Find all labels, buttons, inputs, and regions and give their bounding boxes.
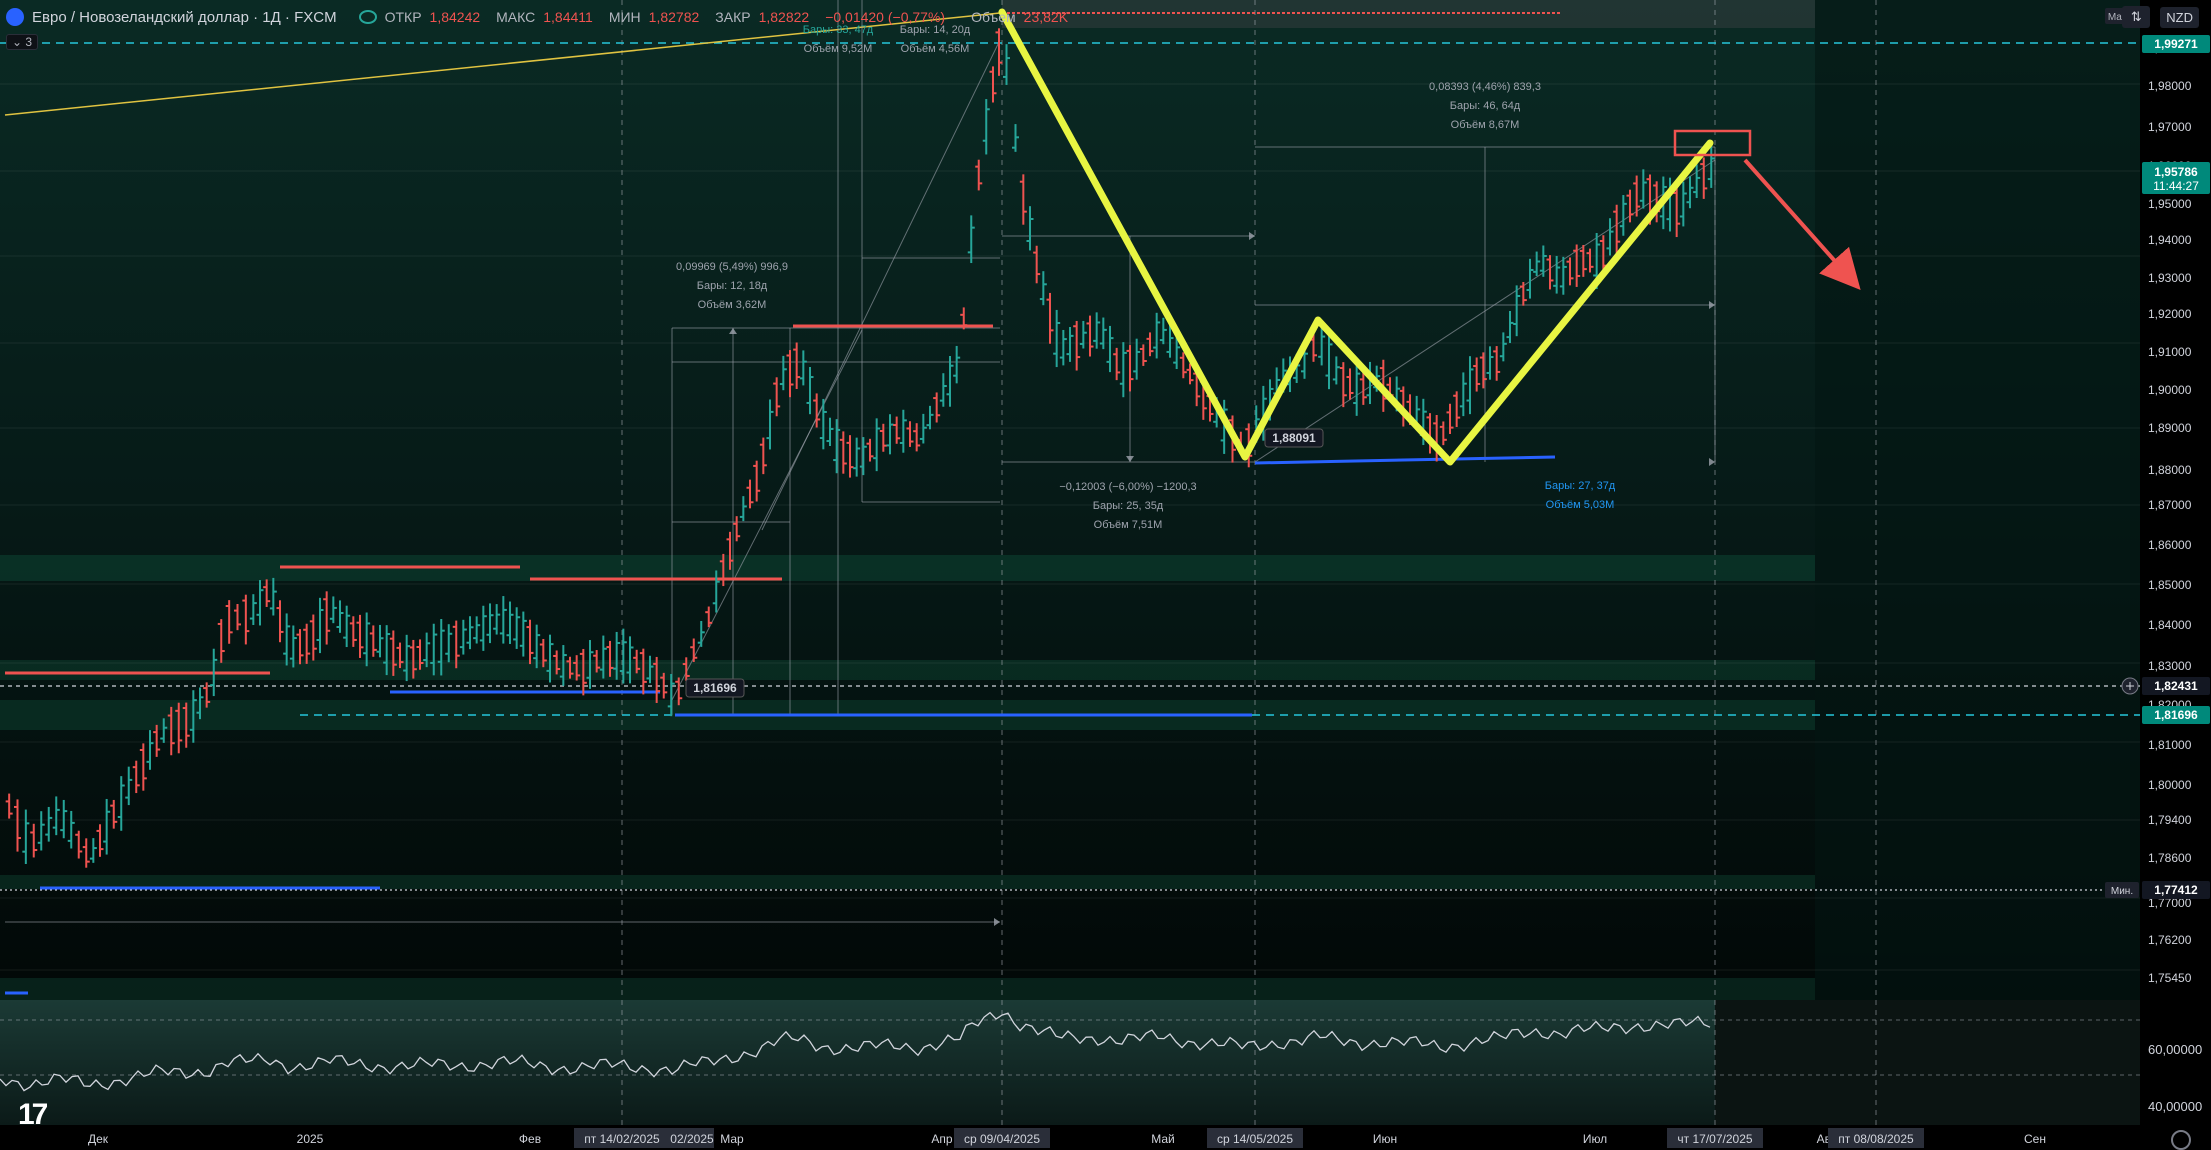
ohlc-open-value: 1,84242 xyxy=(429,9,481,25)
price-tick: 1,86000 xyxy=(2148,538,2192,552)
measure-4-line1: Бары: 27, 37д xyxy=(1545,480,1616,492)
crosshair-plus-icon[interactable] xyxy=(2121,677,2139,695)
top-right-controls: ⇅ NZD xyxy=(2122,6,2199,28)
price-tick: 1,79400 xyxy=(2148,813,2192,827)
symbol-title[interactable]: Евро / Новозеландский доллар · 1Д · FXCM xyxy=(32,9,337,26)
price-tick: 1,75450 xyxy=(2148,971,2192,985)
time-highlight-4: чт 17/07/2025 xyxy=(1677,1132,1752,1146)
settings-icon[interactable] xyxy=(2171,1130,2191,1150)
oscillator-future-region xyxy=(1715,1000,2140,1125)
time-tick: Июн xyxy=(1373,1132,1397,1146)
price-label: 1,99271 xyxy=(2154,37,2198,51)
measure-2-line1: −0,12003 (−6,00%) −1200,3 xyxy=(1059,481,1196,493)
collapse-indicators-button[interactable]: ⌄ 3 xyxy=(6,34,39,50)
price-tag-1880: 1,88091 xyxy=(1272,431,1316,445)
price-tick: 1,92000 xyxy=(2148,307,2192,321)
ohlc-low-value: 1,82782 xyxy=(648,9,700,25)
compare-button[interactable]: ⇅ xyxy=(2122,6,2151,28)
tradingview-logo[interactable]: 17 xyxy=(18,1098,48,1132)
measure-1-line3: Объём 3,62M xyxy=(698,299,767,311)
time-tick: Апр xyxy=(931,1132,953,1146)
measure-top-a-line2: Объём 9,52M xyxy=(804,43,873,55)
measure-3-line3: Объём 8,67M xyxy=(1451,119,1520,131)
ohlc-open-key: ОТКР xyxy=(384,9,422,25)
time-tick: 2025 xyxy=(297,1132,324,1146)
ohlc-close-value: 1,82822 xyxy=(758,9,810,25)
price-tick: 1,78600 xyxy=(2148,851,2192,865)
price-tick: 1,91000 xyxy=(2148,345,2192,359)
time-tick: Май xyxy=(1151,1132,1175,1146)
time-highlight-3: ср 14/05/2025 xyxy=(1217,1132,1293,1146)
price-tick: 1,95000 xyxy=(2148,197,2192,211)
measure-1-line1: 0,09969 (5,49%) 996,9 xyxy=(676,261,788,273)
measure-1-line2: Бары: 12, 18д xyxy=(697,280,768,292)
time-tick: Июл xyxy=(1583,1132,1607,1146)
time-tick: Фев xyxy=(519,1132,541,1146)
measure-3-line1: 0,08393 (4,46%) 839,3 xyxy=(1429,81,1541,93)
time-tick: Сен xyxy=(2024,1132,2046,1146)
price-label: 1,77412 xyxy=(2154,883,2198,897)
ohlc-close-key: ЗАКР xyxy=(715,9,751,25)
future-region xyxy=(1815,0,2140,1000)
ohlc-high-value: 1,84411 xyxy=(543,9,593,25)
price-label: 1,95786 xyxy=(2154,165,2198,179)
measure-2-line2: Бары: 25, 35д xyxy=(1093,500,1164,512)
measure-4-line2: Объём 5,03M xyxy=(1546,499,1615,511)
price-tick: 1,89000 xyxy=(2148,421,2192,435)
zone-1753 xyxy=(0,978,1815,1000)
price-label-time: 11:44:27 xyxy=(2153,179,2199,193)
currency-button[interactable]: NZD xyxy=(2160,6,2199,28)
price-tick: 1,88000 xyxy=(2148,463,2192,477)
eye-icon[interactable] xyxy=(358,10,377,24)
price-tick: 1,93000 xyxy=(2148,271,2192,285)
price-tick: 1,94000 xyxy=(2148,233,2192,247)
ohlc-high-key: МАКС xyxy=(496,9,536,25)
price-label-tag: Мин. xyxy=(2111,886,2133,897)
osc-level-60: 60,00000 xyxy=(2148,1042,2202,1057)
price-label: 1,82431 xyxy=(2154,679,2198,693)
price-label: 1,81696 xyxy=(2154,708,2198,722)
price-tick: 1,85000 xyxy=(2148,578,2192,592)
symbol-logo-icon xyxy=(6,8,24,26)
measure-3-line2: Бары: 46, 64д xyxy=(1450,100,1521,112)
chart-header: Евро / Новозеландский доллар · 1Д · FXCM… xyxy=(0,0,2120,34)
price-tick: 1,90000 xyxy=(2148,383,2192,397)
price-tick: 1,87000 xyxy=(2148,498,2192,512)
volume-value: 23,82K xyxy=(1023,9,1069,25)
price-tick: 1,81000 xyxy=(2148,738,2192,752)
compare-icon: ⇅ xyxy=(2130,9,2142,24)
price-tick: 1,97000 xyxy=(2148,120,2192,134)
price-tick: 1,76200 xyxy=(2148,933,2192,947)
price-tag-1816: 1,81696 xyxy=(693,681,737,695)
time-highlight-2: ср 09/04/2025 xyxy=(964,1132,1040,1146)
time-partial: 02/2025 xyxy=(670,1132,714,1146)
time-highlight-1: пт 14/02/2025 xyxy=(584,1132,660,1146)
price-tick: 1,83000 xyxy=(2148,659,2192,673)
zone-1855 xyxy=(0,555,1815,581)
volume-label: Объем xyxy=(971,9,1016,25)
time-tick: Дек xyxy=(88,1132,109,1146)
price-tick: 1,80000 xyxy=(2148,778,2192,792)
osc-level-40: 40,00000 xyxy=(2148,1099,2202,1114)
price-tick: 1,98000 xyxy=(2148,79,2192,93)
time-tick: Мар xyxy=(720,1132,744,1146)
chart-canvas[interactable]: 1,81696 1,88091 0,09969 (5,49%) 996,9 Ба… xyxy=(0,0,2211,1150)
ohlc-low-key: МИН xyxy=(608,9,641,25)
ohlc-change: −0,01420 (−0,77%) xyxy=(825,9,946,25)
price-tick: 1,84000 xyxy=(2148,618,2192,632)
measure-2-line3: Объём 7,51M xyxy=(1094,519,1163,531)
time-highlight-5: пт 08/08/2025 xyxy=(1838,1132,1914,1146)
measure-top-b-line2: Объём 4,56M xyxy=(901,43,970,55)
